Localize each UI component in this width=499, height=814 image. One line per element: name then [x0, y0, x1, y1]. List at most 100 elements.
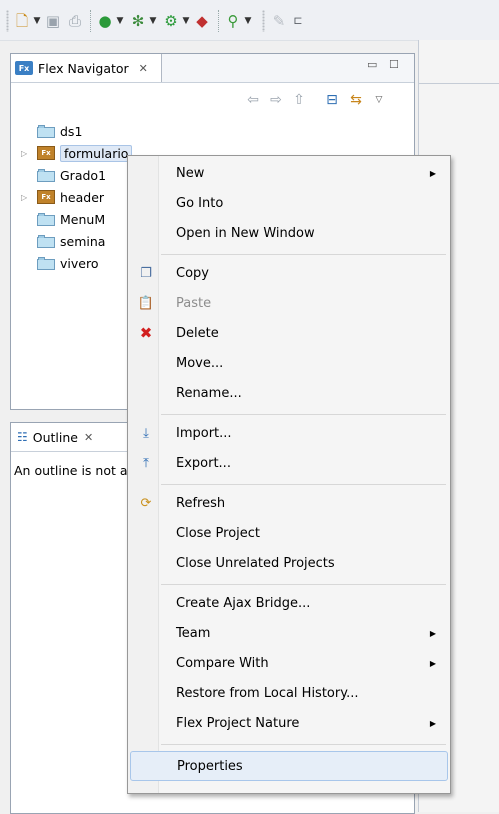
- refresh-icon: ⟳: [140, 495, 152, 511]
- menu-item-export[interactable]: ⤒ Export...: [130, 449, 448, 477]
- menu-item-label: Close Unrelated Projects: [176, 555, 335, 571]
- run-icon[interactable]: ●: [96, 12, 114, 30]
- menu-item-label: Delete: [176, 325, 219, 341]
- maximize-icon[interactable]: ☐: [389, 58, 399, 71]
- navigator-tabbar: Fx Flex Navigator ✕ ▭ ☐: [11, 54, 414, 83]
- close-icon[interactable]: ✕: [139, 62, 148, 75]
- menu-item-label: Paste: [176, 295, 212, 311]
- up-icon[interactable]: ⇧: [290, 91, 308, 109]
- menu-item-label: Compare With: [176, 655, 269, 671]
- menu-separator: [161, 484, 446, 485]
- context-menu: New ▶ Go Into Open in New Window ❐ Copy …: [127, 155, 451, 794]
- deploy-icon[interactable]: ◆: [193, 12, 211, 30]
- minimize-icon[interactable]: ▭: [367, 58, 377, 71]
- debug-dropdown-icon[interactable]: ▼: [149, 12, 157, 30]
- back-icon[interactable]: ⇦: [244, 91, 262, 109]
- menu-item-move[interactable]: Move...: [130, 349, 448, 377]
- flex-project-icon: Fx: [37, 190, 55, 204]
- menu-item-paste[interactable]: 📋 Paste: [130, 289, 448, 317]
- menu-item-compare-with[interactable]: Compare With ▶: [130, 649, 448, 677]
- new-dropdown-icon[interactable]: ▼: [33, 12, 41, 30]
- menu-item-go-into[interactable]: Go Into: [130, 189, 448, 217]
- print-icon[interactable]: ⎙: [66, 12, 84, 30]
- collapse-all-icon[interactable]: ⊟: [323, 91, 341, 109]
- tree-label: MenuM: [60, 211, 106, 227]
- tree-item-semina[interactable]: semina: [11, 230, 105, 252]
- folder-icon: [37, 168, 55, 182]
- editor-tab-area: [419, 53, 499, 84]
- paste-icon: 📋: [137, 295, 155, 311]
- menu-item-new[interactable]: New ▶: [130, 159, 448, 187]
- tree-label: ds1: [60, 123, 83, 139]
- menu-item-label: Open in New Window: [176, 225, 315, 241]
- menu-item-label: Rename...: [176, 385, 242, 401]
- submenu-arrow-icon: ▶: [429, 168, 436, 178]
- tab-outline[interactable]: ☷ Outline ✕: [11, 423, 141, 451]
- debug-icon[interactable]: ✻: [129, 12, 147, 30]
- pen-icon[interactable]: ✎: [270, 12, 288, 30]
- external-tools-dropdown-icon[interactable]: ▼: [182, 12, 190, 30]
- tree-item-formulario[interactable]: ▷ Fx formulario: [11, 142, 133, 164]
- toolbar-grip[interactable]: [262, 10, 265, 32]
- run-dropdown-icon[interactable]: ▼: [116, 12, 124, 30]
- external-tools-icon[interactable]: ⚙: [162, 12, 180, 30]
- folder-icon: [37, 234, 55, 248]
- submenu-arrow-icon: ▶: [429, 718, 436, 728]
- tree-item-ds1[interactable]: ds1: [11, 120, 82, 142]
- tree-label: vivero: [60, 255, 99, 271]
- folder-icon: [37, 212, 55, 226]
- close-icon[interactable]: ✕: [84, 431, 93, 444]
- menu-item-rename[interactable]: Rename...: [130, 379, 448, 407]
- tab-flex-navigator[interactable]: Fx Flex Navigator ✕: [11, 54, 162, 82]
- menu-item-open-in-new-window[interactable]: Open in New Window: [130, 219, 448, 247]
- tree-label: header: [60, 189, 105, 205]
- navigator-view-toolbar: ⇦ ⇨ ⇧ ⊟ ⇆ ▽: [11, 83, 414, 117]
- menu-item-properties[interactable]: Properties: [130, 751, 448, 781]
- search-dropdown-icon[interactable]: ▼: [244, 12, 252, 30]
- menu-item-label: Refresh: [176, 495, 226, 511]
- tree-label: Grado1: [60, 167, 107, 183]
- new-icon[interactable]: 🗋: [13, 12, 31, 30]
- tree-item-vivero[interactable]: vivero: [11, 252, 98, 274]
- tree-item-grado1[interactable]: Grado1: [11, 164, 106, 186]
- tab-label: Outline: [32, 429, 78, 445]
- menu-item-create-ajax-bridge[interactable]: Create Ajax Bridge...: [130, 589, 448, 617]
- menu-item-copy[interactable]: ❐ Copy: [130, 259, 448, 287]
- menu-item-label: Move...: [176, 355, 224, 371]
- forward-icon[interactable]: ⇨: [267, 91, 285, 109]
- expand-icon[interactable]: ▷: [21, 149, 31, 158]
- layout-icon[interactable]: ⊏: [291, 12, 305, 30]
- folder-icon: [37, 124, 55, 138]
- menu-item-import[interactable]: ⤓ Import...: [130, 419, 448, 447]
- menu-item-restore-from-local-history[interactable]: Restore from Local History...: [130, 679, 448, 707]
- main-toolbar: 🗋 ▼ ▣ ⎙ ● ▼ ✻ ▼ ⚙ ▼ ◆ ⚲ ▼ ✎ ⊏: [0, 0, 499, 41]
- delete-icon: ✖: [139, 324, 153, 342]
- menu-item-delete[interactable]: ✖ Delete: [130, 319, 448, 347]
- search-icon[interactable]: ⚲: [224, 12, 242, 30]
- expand-icon[interactable]: ▷: [21, 193, 31, 202]
- menu-item-flex-project-nature[interactable]: Flex Project Nature ▶: [130, 709, 448, 737]
- menu-item-refresh[interactable]: ⟳ Refresh: [130, 489, 448, 517]
- menu-separator: [161, 254, 446, 255]
- view-menu-icon[interactable]: ▽: [373, 91, 385, 109]
- export-icon: ⤒: [143, 455, 149, 471]
- menu-item-label: Go Into: [176, 195, 224, 211]
- save-icon[interactable]: ▣: [44, 12, 62, 30]
- tree-item-header[interactable]: ▷ Fx header: [11, 186, 104, 208]
- tree-item-menum[interactable]: MenuM: [11, 208, 105, 230]
- menu-item-label: Properties: [177, 758, 243, 774]
- menu-item-label: Import...: [176, 425, 232, 441]
- menu-item-close-unrelated-projects[interactable]: Close Unrelated Projects: [130, 549, 448, 577]
- menu-item-label: Create Ajax Bridge...: [176, 595, 311, 611]
- menu-item-team[interactable]: Team ▶: [130, 619, 448, 647]
- menu-item-label: Flex Project Nature: [176, 715, 300, 731]
- flex-navigator-icon: Fx: [15, 61, 33, 75]
- toolbar-grip[interactable]: [6, 10, 9, 32]
- link-editor-icon[interactable]: ⇆: [347, 91, 365, 109]
- menu-item-close-project[interactable]: Close Project: [130, 519, 448, 547]
- menu-separator: [161, 744, 446, 745]
- import-icon: ⤓: [143, 425, 149, 441]
- tree-label: semina: [60, 233, 106, 249]
- tree-label: formulario: [60, 144, 133, 162]
- submenu-arrow-icon: ▶: [429, 628, 436, 638]
